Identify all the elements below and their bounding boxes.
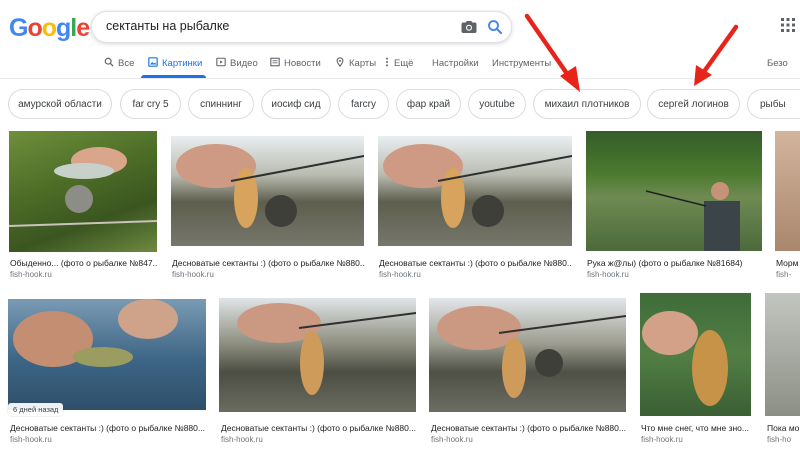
news-icon — [270, 57, 280, 67]
result-source[interactable]: fish-hook.ru — [221, 435, 417, 444]
chip-youtube[interactable]: youtube — [468, 89, 526, 119]
perch-fish-photo — [437, 306, 626, 398]
tab-more[interactable]: Ещё — [384, 57, 413, 69]
chip-far-krai[interactable]: фар край — [396, 89, 461, 119]
logo-letter: o — [27, 14, 42, 42]
related-searches-chips: амурской области far cry 5 спиннинг иоси… — [0, 89, 800, 121]
image-icon — [148, 57, 158, 67]
chip-amur-region[interactable]: амурской области — [8, 89, 112, 119]
result-source[interactable]: fish-hook.ru — [172, 270, 364, 279]
tab-label: Видео — [230, 58, 258, 69]
result-caption[interactable]: Обыденно... (фото о рыбалке №847... — [10, 258, 158, 268]
search-icon[interactable] — [486, 18, 504, 36]
chip-sergei-loginov[interactable]: сергей логинов — [647, 89, 740, 119]
result-image[interactable] — [171, 136, 364, 246]
chip-mikhail-plotnikov[interactable]: михаил плотников — [533, 89, 641, 119]
result-image[interactable] — [9, 131, 157, 252]
result-caption[interactable]: Десноватые сектанты :) (фото о рыбалке №… — [10, 423, 208, 433]
result-caption[interactable]: Десноватые сектанты :) (фото о рыбалке №… — [172, 258, 364, 268]
perch-fish-photo — [176, 144, 364, 228]
result-source[interactable]: fish-hook.ru — [431, 435, 627, 444]
fisherman-lake-photo — [645, 182, 740, 251]
fisherman-hand-photo — [9, 147, 157, 227]
result-image[interactable] — [219, 298, 416, 412]
map-pin-icon — [336, 57, 344, 67]
apps-grid-icon[interactable] — [780, 17, 796, 33]
result-caption[interactable]: Морм — [776, 258, 800, 268]
video-icon — [216, 57, 226, 67]
more-dots-icon — [386, 57, 388, 67]
result-caption[interactable]: Что мне снег, что мне зно... — [641, 423, 752, 433]
result-source[interactable]: fish-hook.ru — [379, 270, 572, 279]
chip-joseph-seed[interactable]: иосиф сид — [261, 89, 331, 119]
result-image[interactable] — [640, 293, 751, 416]
logo-letter: e — [76, 14, 90, 42]
result-image[interactable] — [775, 131, 800, 251]
tab-images[interactable]: Картинки — [148, 57, 202, 69]
search-icon — [104, 57, 114, 67]
result-source[interactable]: fish-hook.ru — [10, 435, 208, 444]
result-caption[interactable]: Десноватые сектанты :) (фото о рыбалке №… — [221, 423, 417, 433]
search-tabs: Все Картинки Видео Новости Карты Ещё Нас… — [0, 50, 800, 79]
result-source[interactable]: fish-hook.ru — [587, 270, 763, 279]
camera-icon[interactable] — [460, 18, 478, 36]
result-source[interactable]: fish-ho — [767, 435, 800, 444]
result-image[interactable] — [429, 298, 626, 412]
settings-link[interactable]: Настройки — [432, 58, 479, 69]
result-image[interactable] — [586, 131, 762, 251]
result-image[interactable] — [8, 299, 206, 410]
perch-in-hand-photo — [642, 311, 728, 406]
chip-spinning[interactable]: спиннинг — [188, 89, 254, 119]
tools-link[interactable]: Инструменты — [492, 58, 551, 69]
tab-maps[interactable]: Карты — [335, 57, 376, 69]
search-input[interactable]: сектанты на рыбалке — [106, 19, 229, 33]
tab-videos[interactable]: Видео — [216, 57, 258, 69]
perch-fish-photo — [383, 144, 572, 228]
logo-letter: G — [9, 14, 28, 42]
chip-farcry[interactable]: farcry — [338, 89, 389, 119]
chip-fish[interactable]: рыбы — [747, 89, 800, 119]
result-caption[interactable]: Десноватые сектанты :) (фото о рыбалке №… — [431, 423, 627, 433]
result-caption[interactable]: Рука ж@лы) (фото о рыбалке №81684) — [587, 258, 763, 268]
tab-label: Картинки — [162, 58, 203, 69]
tab-label: Ещё — [394, 58, 414, 69]
perch-fish-photo — [237, 303, 416, 395]
logo-letter: o — [41, 14, 57, 42]
result-caption[interactable]: Десноватые сектанты :) (фото о рыбалке №… — [379, 258, 572, 268]
tab-label: Все — [118, 58, 135, 69]
tab-label: Новости — [284, 58, 321, 69]
result-image[interactable] — [765, 293, 800, 416]
search-box[interactable]: сектанты на рыбалке — [91, 11, 512, 43]
active-tab-indicator — [141, 75, 206, 78]
logo-letter: g — [56, 14, 71, 42]
safesearch-link[interactable]: Безо — [767, 58, 788, 69]
tab-label: Карты — [349, 58, 377, 69]
result-caption[interactable]: Пока мо — [767, 423, 800, 433]
date-badge: 6 дней назад — [8, 403, 64, 416]
result-source[interactable]: fish-hook.ru — [641, 435, 752, 444]
google-logo[interactable]: Google — [9, 14, 90, 43]
perch-in-hand-photo — [13, 299, 178, 367]
chip-far-cry-5[interactable]: far cry 5 — [120, 89, 181, 119]
result-image[interactable] — [378, 136, 572, 246]
result-source[interactable]: fish-hook.ru — [10, 270, 158, 279]
tab-all[interactable]: Все — [104, 57, 134, 69]
result-source[interactable]: fish- — [776, 270, 800, 279]
tab-news[interactable]: Новости — [270, 57, 321, 69]
